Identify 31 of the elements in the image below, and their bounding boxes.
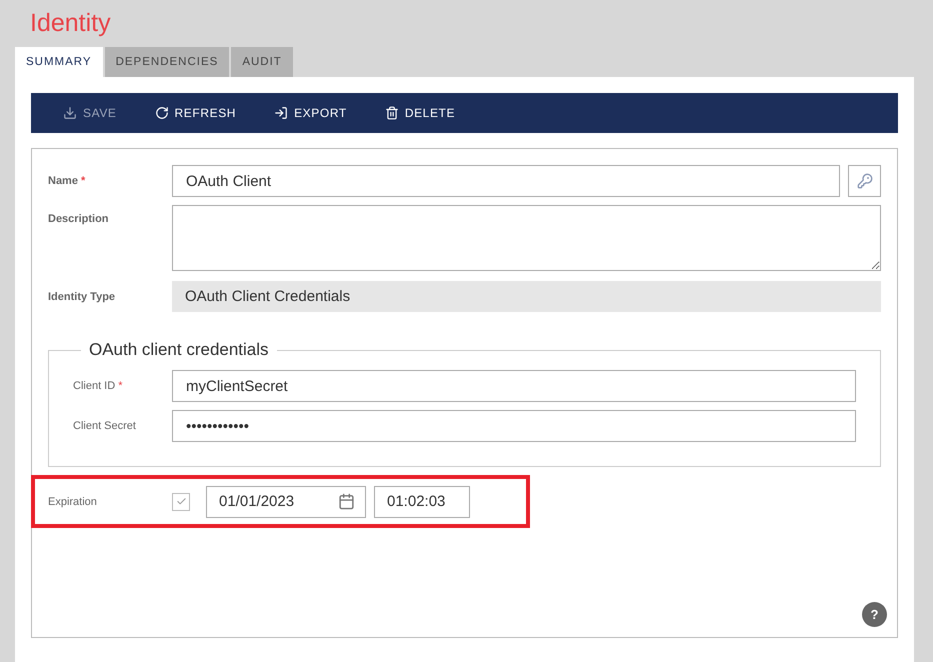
field-label: Expiration [48, 496, 98, 508]
help-button[interactable]: ? [862, 602, 887, 627]
text-field[interactable]: •••••••••••• [172, 410, 856, 442]
field-label: Description [48, 212, 110, 225]
name-field[interactable]: OAuth Client [172, 165, 840, 197]
field-label: Name * [48, 175, 86, 187]
date-field[interactable]: 01/01/2023 [206, 486, 366, 518]
trash-icon [384, 106, 399, 120]
field-label: Identity Type [48, 290, 116, 302]
tab[interactable]: AUDIT [231, 47, 293, 77]
key-icon [856, 173, 872, 189]
field-label: Client Secret [73, 420, 137, 432]
page-title: Identity [30, 8, 112, 39]
description-field[interactable] [172, 205, 881, 271]
refresh-icon [154, 106, 169, 120]
tab[interactable]: SUMMARY [15, 47, 103, 77]
check-icon [176, 496, 186, 507]
time-field[interactable]: 01:02:03 [374, 486, 470, 518]
text-field[interactable]: myClientSecret [172, 370, 856, 402]
download-icon [63, 106, 77, 120]
field-label: Client ID * [73, 380, 124, 392]
refresh-button[interactable]: REFRESH [154, 106, 236, 120]
export-icon [274, 106, 288, 120]
export-button[interactable]: EXPORT [274, 106, 347, 120]
tab[interactable]: DEPENDENCIES [104, 47, 230, 77]
identity-type-field: OAuth Client Credentials [172, 281, 881, 312]
calendar-icon [338, 493, 355, 510]
checkbox[interactable] [172, 492, 190, 510]
group-legend: OAuth client credentials [81, 340, 277, 360]
delete-button[interactable]: DELETE [384, 106, 456, 120]
key-button[interactable] [848, 165, 881, 197]
